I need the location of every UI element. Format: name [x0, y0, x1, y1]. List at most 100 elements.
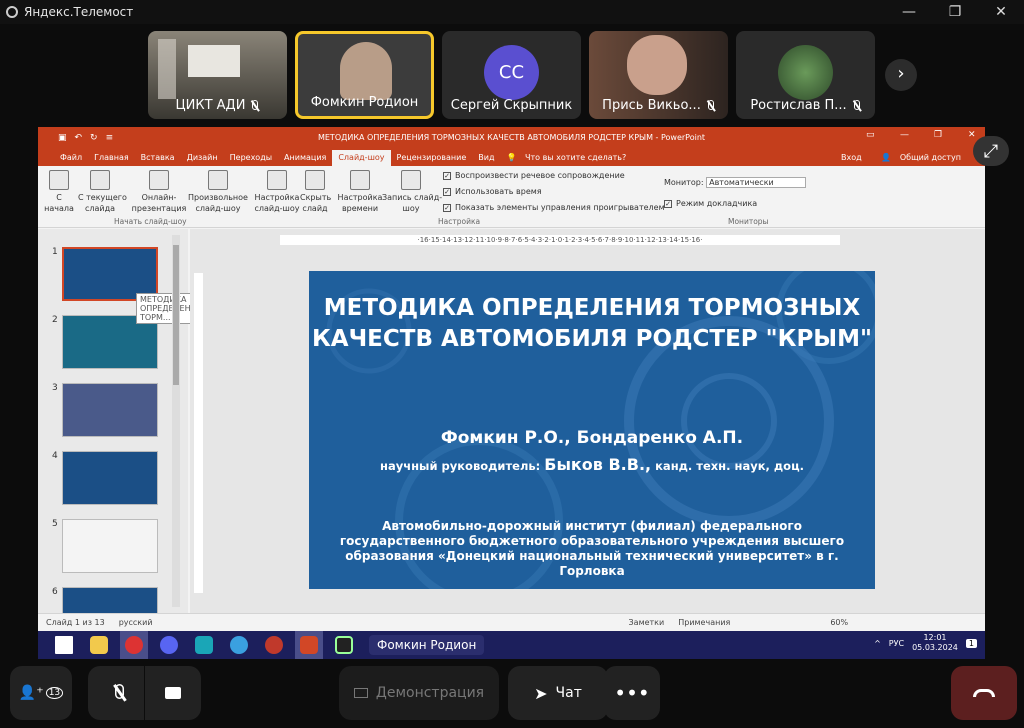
vpn-icon[interactable] — [190, 631, 218, 659]
setup-icon — [267, 170, 287, 190]
powerpoint-statusbar: Слайд 1 из 13 русский Заметки Примечания… — [38, 613, 985, 631]
slide-thumb[interactable] — [62, 519, 158, 573]
narration-checkbox[interactable]: ✓ Воспроизвести речевое сопровождение — [443, 171, 625, 180]
slide-authors: Фомкин Р.О., Бондаренко А.П. — [440, 428, 744, 448]
presenter-view-checkbox[interactable]: ✓ Режим докладчика — [664, 199, 757, 208]
slide-number: 5 — [52, 519, 58, 529]
thumbnail-scrollbar[interactable] — [172, 235, 180, 607]
play-current-icon — [90, 170, 110, 190]
slide-institution: Автомобильно-дорожный институт (филиал) … — [339, 519, 845, 578]
from-start-button[interactable]: С начала — [44, 170, 74, 214]
next-participants-button[interactable]: › — [885, 59, 917, 91]
powerpoint-body: 1 2 3 4 5 6 МЕТОДИКА ОПРЕДЕЛЕНИЯ ТОРМ...… — [38, 229, 985, 641]
monitor-row: Монитор: Автоматически — [664, 177, 807, 188]
maximize-icon[interactable]: ❐ — [934, 130, 942, 140]
record-icon — [401, 170, 421, 190]
media-controls-checkbox[interactable]: ✓ Показать элементы управления проигрыват… — [443, 203, 665, 212]
participant-name: Сергей Скрыпник — [450, 98, 573, 113]
participant-video — [340, 42, 392, 100]
tab-home[interactable]: Главная — [88, 153, 135, 166]
comments-button[interactable]: Примечания — [678, 618, 730, 627]
share-button[interactable]: 👤 Общий доступ — [875, 153, 973, 166]
tray-chevron-icon[interactable]: ^ — [874, 639, 881, 648]
minimize-icon[interactable]: — — [900, 130, 909, 140]
tab-slideshow[interactable]: Слайд-шоу — [332, 150, 391, 166]
system-tray: ^ РУС 12:01 05.03.2024 1 — [874, 633, 977, 653]
tab-view[interactable]: Вид — [472, 153, 500, 166]
psiphon-icon[interactable] — [260, 631, 288, 659]
slide-canvas[interactable]: МЕТОДИКА ОПРЕДЕЛЕНИЯ ТОРМОЗНЫХ КАЧЕСТВ А… — [309, 271, 875, 589]
leave-call-button[interactable] — [951, 666, 1017, 720]
participant-tile[interactable]: ЦИКТ АДИ — [148, 31, 287, 119]
discord-icon[interactable] — [155, 631, 183, 659]
custom-show-icon — [208, 170, 228, 190]
network-app-icon[interactable] — [225, 631, 253, 659]
participant-name: ЦИКТ АДИ — [175, 98, 246, 113]
close-icon[interactable]: ✕ — [968, 130, 976, 140]
record-slideshow-button[interactable]: Запись слайд- шоу — [382, 170, 442, 214]
window-title: Яндекс.Телемост — [24, 5, 134, 19]
ribbon-options-icon[interactable]: ▭ — [866, 130, 875, 140]
more-button[interactable]: ••• — [604, 666, 660, 720]
participant-name: Ростислав П... — [750, 98, 847, 113]
explorer-icon[interactable] — [85, 631, 113, 659]
tab-file[interactable]: Файл — [54, 153, 88, 166]
participant-tile[interactable]: Прись Викьо... — [589, 31, 728, 119]
minimize-button[interactable]: — — [886, 0, 932, 24]
powerpoint-icon[interactable] — [295, 631, 323, 659]
telemost-icon[interactable] — [330, 631, 358, 659]
chat-button[interactable]: ➤ Чат — [508, 666, 608, 720]
ribbon-tabs: Файл Главная Вставка Дизайн Переходы Ани… — [38, 148, 985, 166]
participant-tile[interactable]: СС Сергей Скрыпник — [442, 31, 581, 119]
tell-me-search[interactable]: 💡 Что вы хотите сделать? — [500, 153, 638, 166]
tab-transitions[interactable]: Переходы — [224, 153, 278, 166]
restore-button[interactable]: ❐ — [932, 0, 978, 24]
participant-tile[interactable]: Ростислав П... — [736, 31, 875, 119]
zoom-level[interactable]: 60% — [830, 618, 848, 627]
participants-button[interactable]: 👤⁺ 13 — [10, 666, 72, 720]
screen-share-button[interactable]: Демонстрация — [339, 666, 499, 720]
tab-animation[interactable]: Анимация — [278, 153, 332, 166]
participant-tile-active[interactable]: Фомкин Родион — [295, 31, 434, 119]
slide-thumb[interactable] — [62, 383, 158, 437]
tab-review[interactable]: Рецензирование — [391, 153, 473, 166]
slide-number: 6 — [52, 587, 58, 597]
rehearse-timings-button[interactable]: Настройка времени — [337, 170, 383, 214]
tab-design[interactable]: Дизайн — [181, 153, 224, 166]
shared-screen: ▣↶↻≡ МЕТОДИКА ОПРЕДЕЛЕНИЯ ТОРМОЗНЫХ КАЧЕ… — [38, 127, 985, 659]
microphone-button[interactable] — [88, 666, 144, 720]
fullscreen-expand-icon[interactable]: ⤢ — [973, 136, 1009, 166]
monitor-select[interactable]: Автоматически — [706, 177, 807, 188]
mic-off-icon — [705, 99, 715, 112]
play-icon — [49, 170, 69, 190]
from-current-button[interactable]: С текущего слайда — [78, 170, 127, 214]
participant-name: Прись Викьо... — [602, 98, 701, 113]
clock-date: 05.03.2024 — [912, 643, 958, 652]
language-indicator[interactable]: РУС — [889, 639, 904, 648]
camera-button[interactable] — [145, 666, 201, 720]
tab-insert[interactable]: Вставка — [135, 153, 181, 166]
avatar — [778, 45, 833, 100]
powerpoint-titlebar: ▣↶↻≡ МЕТОДИКА ОПРЕДЕЛЕНИЯ ТОРМОЗНЫХ КАЧЕ… — [38, 127, 985, 148]
custom-slideshow-button[interactable]: Произвольное слайд-шоу — [186, 170, 250, 214]
notification-icon[interactable]: 1 — [965, 638, 977, 648]
participants-count: 13 — [45, 687, 64, 699]
login-link[interactable]: Вход — [835, 153, 868, 166]
avatar: СС — [484, 45, 539, 100]
close-button[interactable]: ✕ — [978, 0, 1024, 24]
active-window-label[interactable]: Фомкин Родион — [369, 635, 485, 655]
hide-slide-icon — [305, 170, 325, 190]
setup-slideshow-button[interactable]: Настройка слайд-шоу — [254, 170, 300, 214]
start-icon[interactable] — [50, 631, 78, 659]
more-icon: ••• — [614, 681, 650, 705]
slide-thumb[interactable] — [62, 451, 158, 505]
add-user-icon: 👤⁺ — [18, 685, 44, 701]
timings-checkbox[interactable]: ✓ Использовать время — [443, 187, 542, 196]
app-icon[interactable] — [120, 631, 148, 659]
camera-icon — [165, 687, 181, 699]
online-presentation-button[interactable]: Онлайн- презентация — [126, 170, 192, 214]
hide-slide-button[interactable]: Скрыть слайд — [300, 170, 331, 214]
notes-button[interactable]: Заметки — [629, 618, 665, 627]
projector-screen-image — [188, 45, 240, 77]
language-indicator[interactable]: русский — [119, 618, 153, 627]
